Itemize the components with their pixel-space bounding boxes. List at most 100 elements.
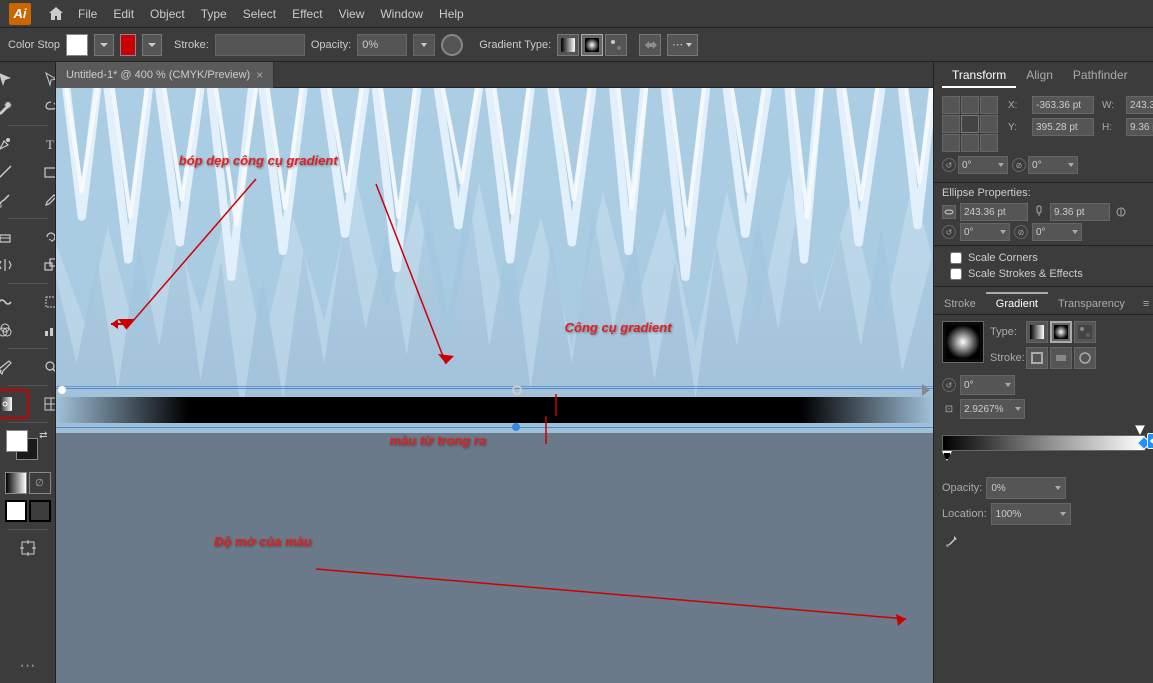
ellipse-icon[interactable] <box>942 205 956 219</box>
grad-track[interactable] <box>942 435 1145 451</box>
freeform-gradient-btn[interactable] <box>605 34 627 56</box>
angle1-input[interactable]: 0° <box>958 156 1008 174</box>
grad-preview-dark[interactable] <box>942 321 984 363</box>
scale-tool[interactable] <box>29 252 57 278</box>
type-radial-btn-active[interactable] <box>1050 321 1072 343</box>
color-stop-icon-dropdown[interactable] <box>142 34 162 56</box>
tab-close-btn[interactable]: × <box>256 68 263 82</box>
ellipse-h-input[interactable]: 9.36 pt <box>1050 203 1110 221</box>
foreground-color[interactable] <box>6 430 28 452</box>
location-select[interactable]: 100% <box>991 503 1071 525</box>
eyedropper-tool-icon[interactable] <box>942 531 962 551</box>
fill-mode[interactable] <box>5 500 27 522</box>
menu-view[interactable]: View <box>331 3 373 25</box>
color-stop-icon[interactable] <box>120 34 136 56</box>
h-input[interactable]: 9.36 pt <box>1126 118 1153 136</box>
origin-tl[interactable] <box>942 96 960 114</box>
more-tools-btn[interactable]: ··· <box>6 653 50 679</box>
rotate-tool[interactable] <box>29 224 57 250</box>
graph-tool[interactable] <box>29 317 57 343</box>
tab-transform[interactable]: Transform <box>942 64 1016 88</box>
color-stop-swatch[interactable] <box>66 34 88 56</box>
menu-type[interactable]: Type <box>193 3 235 25</box>
canvas[interactable]: bóp dẹp công cụ gradient Công cụ gradien… <box>56 88 933 683</box>
gradient-tool-active[interactable] <box>0 391 27 417</box>
type-linear-btn[interactable] <box>1026 321 1048 343</box>
menu-object[interactable]: Object <box>142 3 193 25</box>
scale-strokes-checkbox[interactable] <box>950 268 962 280</box>
magic-wand-tool[interactable] <box>0 94 27 120</box>
menu-file[interactable]: File <box>70 3 105 25</box>
shape-builder-tool[interactable] <box>0 317 27 343</box>
origin-tr[interactable] <box>980 96 998 114</box>
radial-gradient-btn[interactable] <box>581 34 603 56</box>
origin-bc[interactable] <box>961 134 979 152</box>
origin-tc[interactable] <box>961 96 979 114</box>
ellipse-extra-btn[interactable] <box>1114 205 1128 219</box>
origin-br[interactable] <box>980 134 998 152</box>
ellipse-angle2-input[interactable]: 0° <box>1032 223 1082 241</box>
artboard-tool[interactable] <box>6 535 50 561</box>
gradient-start-handle[interactable] <box>58 386 66 394</box>
document-tab[interactable]: Untitled-1* @ 400 % (CMYK/Preview) × <box>56 62 274 88</box>
warp-tool[interactable] <box>0 289 27 315</box>
linear-gradient-btn[interactable] <box>557 34 579 56</box>
ellipse-angle1-input[interactable]: 0° <box>960 223 1010 241</box>
rect-tool[interactable] <box>29 159 57 185</box>
panel-menu-btn[interactable]: ≡ <box>1135 294 1153 314</box>
gradient-mode-btn[interactable] <box>5 472 27 494</box>
grad-eye-icon[interactable] <box>1147 433 1153 449</box>
scale-corners-checkbox[interactable] <box>950 252 962 264</box>
zoom-tool[interactable] <box>29 354 57 380</box>
aspect-value-input[interactable]: 2.9267% <box>960 399 1025 419</box>
y-input[interactable]: 395.28 pt <box>1032 118 1094 136</box>
eyedropper-tool[interactable] <box>0 354 27 380</box>
opacity-arrow[interactable] <box>413 34 435 56</box>
origin-bl[interactable] <box>942 134 960 152</box>
w-input[interactable]: 243.36 pt <box>1126 96 1153 114</box>
gradient-options-dropdown[interactable]: ⋯ <box>667 34 698 56</box>
eraser-tool[interactable] <box>0 224 27 250</box>
panel-collapse-btn[interactable]: ≡ <box>1144 70 1153 82</box>
stroke-mode[interactable] <box>29 500 51 522</box>
opacity-input[interactable]: 0% <box>357 34 407 56</box>
mesh-tool[interactable] <box>29 391 57 417</box>
angle-value-input[interactable]: 0° <box>960 375 1015 395</box>
menu-edit[interactable]: Edit <box>105 3 142 25</box>
ellipse-w-input[interactable]: 243.36 pt <box>960 203 1028 221</box>
menu-select[interactable]: Select <box>235 3 284 25</box>
menu-help[interactable]: Help <box>431 3 472 25</box>
panel-header-transform[interactable]: Transform Align Pathfinder ≡ <box>934 62 1153 90</box>
link-ellipse-btn[interactable] <box>1032 205 1046 219</box>
tab-pathfinder[interactable]: Pathfinder <box>1063 64 1138 88</box>
color-stop-dropdown[interactable] <box>94 34 114 56</box>
pencil-tool[interactable] <box>29 187 57 213</box>
menu-window[interactable]: Window <box>372 3 431 25</box>
swap-colors-icon[interactable]: ⇄ <box>39 430 47 441</box>
reverse-gradient-btn[interactable] <box>639 34 661 56</box>
mirror-tool[interactable] <box>0 252 27 278</box>
paintbrush-tool[interactable] <box>0 187 27 213</box>
stroke-type-2[interactable] <box>1050 347 1072 369</box>
home-button[interactable] <box>42 0 70 28</box>
line-tool[interactable] <box>0 159 27 185</box>
gradient-end-handle[interactable] <box>922 384 930 396</box>
origin-mr[interactable] <box>980 115 998 133</box>
tab-align[interactable]: Align <box>1016 64 1063 88</box>
grad-stop-white-top[interactable] <box>1135 425 1145 435</box>
x-input[interactable]: -363.36 pt <box>1032 96 1094 114</box>
none-mode-btn[interactable]: ∅ <box>29 472 51 494</box>
opacity-select[interactable]: 0% <box>986 477 1066 499</box>
gradient-mid-handle[interactable] <box>512 423 520 431</box>
selection-tool[interactable] <box>0 66 27 92</box>
free-transform-tool[interactable] <box>29 289 57 315</box>
transparency-tab[interactable]: Transparency <box>1048 292 1135 314</box>
stroke-type-3[interactable] <box>1074 347 1096 369</box>
type-freeform-btn[interactable] <box>1074 321 1096 343</box>
direct-selection-tool[interactable] <box>29 66 57 92</box>
origin-ml[interactable] <box>942 115 960 133</box>
type-tool[interactable]: T <box>29 131 57 157</box>
menu-effect[interactable]: Effect <box>284 3 330 25</box>
pen-tool[interactable] <box>0 131 27 157</box>
gradient-tab[interactable]: Gradient <box>986 292 1048 314</box>
